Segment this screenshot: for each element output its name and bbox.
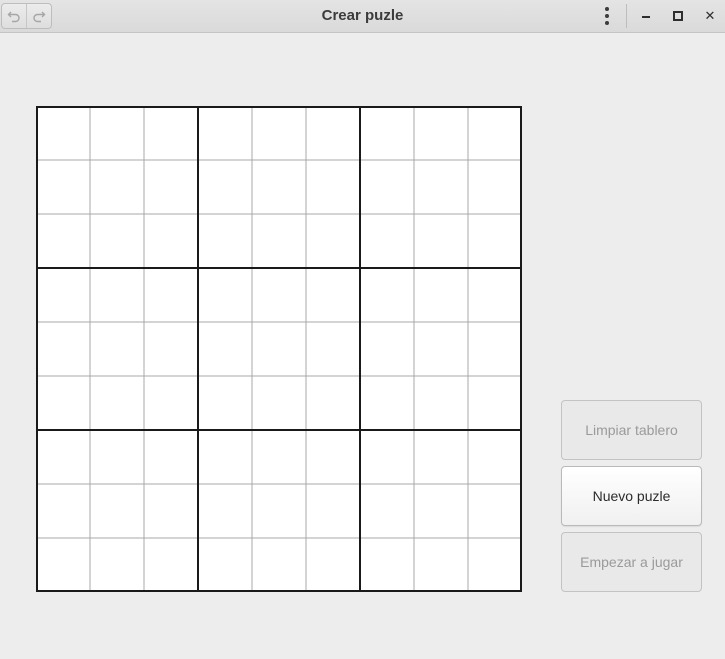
- sudoku-cell[interactable]: [144, 538, 198, 592]
- sudoku-cell[interactable]: [36, 106, 90, 160]
- sudoku-cell[interactable]: [306, 430, 360, 484]
- sudoku-cell[interactable]: [468, 268, 522, 322]
- sudoku-cell[interactable]: [414, 376, 468, 430]
- sudoku-cell[interactable]: [468, 322, 522, 376]
- sudoku-cell[interactable]: [36, 214, 90, 268]
- sudoku-cell[interactable]: [144, 160, 198, 214]
- app-window: Crear puzle ✕ Limpiar tablero Nuevo puzl…: [0, 0, 725, 659]
- sudoku-cell[interactable]: [360, 214, 414, 268]
- menu-button[interactable]: [596, 5, 618, 27]
- sudoku-cell[interactable]: [306, 538, 360, 592]
- clear-board-button[interactable]: Limpiar tablero: [561, 400, 702, 460]
- sudoku-cell[interactable]: [468, 376, 522, 430]
- sudoku-cell[interactable]: [90, 160, 144, 214]
- sudoku-cell[interactable]: [360, 160, 414, 214]
- sudoku-cell[interactable]: [252, 160, 306, 214]
- vertical-dots-menu-icon: [605, 7, 609, 11]
- sudoku-cell[interactable]: [36, 484, 90, 538]
- sudoku-cell[interactable]: [468, 538, 522, 592]
- sudoku-cell[interactable]: [252, 214, 306, 268]
- titlebar-separator: [626, 4, 627, 28]
- sudoku-cell[interactable]: [306, 214, 360, 268]
- sudoku-cell[interactable]: [36, 376, 90, 430]
- sudoku-cell[interactable]: [252, 430, 306, 484]
- minimize-icon: [642, 16, 650, 18]
- sudoku-cell[interactable]: [36, 160, 90, 214]
- sudoku-cell[interactable]: [90, 106, 144, 160]
- sudoku-cell[interactable]: [252, 322, 306, 376]
- sudoku-grid: [36, 106, 522, 592]
- title-bar: Crear puzle ✕: [0, 0, 725, 33]
- sudoku-cell[interactable]: [360, 538, 414, 592]
- sudoku-cell[interactable]: [306, 322, 360, 376]
- new-puzzle-button[interactable]: Nuevo puzle: [561, 466, 702, 526]
- sudoku-cell[interactable]: [414, 484, 468, 538]
- sudoku-cell[interactable]: [198, 106, 252, 160]
- sudoku-cell[interactable]: [198, 376, 252, 430]
- sudoku-cell[interactable]: [414, 160, 468, 214]
- sudoku-cell[interactable]: [36, 322, 90, 376]
- sudoku-cell[interactable]: [198, 430, 252, 484]
- sudoku-cell[interactable]: [468, 160, 522, 214]
- sudoku-cell[interactable]: [252, 268, 306, 322]
- close-icon: ✕: [704, 8, 716, 23]
- sudoku-cell[interactable]: [468, 430, 522, 484]
- close-button[interactable]: ✕: [699, 5, 721, 27]
- sudoku-board: [36, 106, 522, 592]
- sudoku-cell[interactable]: [144, 376, 198, 430]
- maximize-icon: [673, 11, 683, 21]
- maximize-button[interactable]: [667, 5, 689, 27]
- sudoku-cell[interactable]: [36, 268, 90, 322]
- sudoku-cell[interactable]: [198, 160, 252, 214]
- sudoku-cell[interactable]: [198, 538, 252, 592]
- sudoku-cell[interactable]: [414, 214, 468, 268]
- sudoku-cell[interactable]: [90, 322, 144, 376]
- sudoku-cell[interactable]: [414, 538, 468, 592]
- sudoku-cell[interactable]: [360, 430, 414, 484]
- sudoku-cell[interactable]: [468, 484, 522, 538]
- sudoku-cell[interactable]: [90, 430, 144, 484]
- sudoku-cell[interactable]: [414, 268, 468, 322]
- sudoku-cell[interactable]: [198, 484, 252, 538]
- sudoku-cell[interactable]: [144, 106, 198, 160]
- sudoku-cell[interactable]: [144, 214, 198, 268]
- sudoku-cell[interactable]: [414, 322, 468, 376]
- sudoku-cell[interactable]: [306, 484, 360, 538]
- sudoku-cell[interactable]: [198, 322, 252, 376]
- sudoku-cell[interactable]: [468, 106, 522, 160]
- sudoku-cell[interactable]: [36, 430, 90, 484]
- sudoku-cell[interactable]: [90, 268, 144, 322]
- sudoku-cell[interactable]: [144, 268, 198, 322]
- sudoku-cell[interactable]: [414, 106, 468, 160]
- sudoku-cell[interactable]: [90, 214, 144, 268]
- sudoku-cell[interactable]: [468, 214, 522, 268]
- sudoku-cell[interactable]: [252, 484, 306, 538]
- sudoku-cell[interactable]: [90, 376, 144, 430]
- sudoku-cell[interactable]: [360, 268, 414, 322]
- sudoku-cell[interactable]: [90, 538, 144, 592]
- minimize-button[interactable]: [635, 5, 657, 27]
- sudoku-cell[interactable]: [306, 160, 360, 214]
- sudoku-cell[interactable]: [252, 376, 306, 430]
- sudoku-cell[interactable]: [306, 376, 360, 430]
- sudoku-cell[interactable]: [36, 538, 90, 592]
- sudoku-cell[interactable]: [198, 268, 252, 322]
- sudoku-cell[interactable]: [306, 268, 360, 322]
- start-playing-button[interactable]: Empezar a jugar: [561, 532, 702, 592]
- sudoku-cell[interactable]: [306, 106, 360, 160]
- sudoku-cell[interactable]: [252, 106, 306, 160]
- sudoku-cell[interactable]: [90, 484, 144, 538]
- sudoku-cell[interactable]: [360, 484, 414, 538]
- sudoku-cell[interactable]: [414, 430, 468, 484]
- sudoku-cell[interactable]: [144, 430, 198, 484]
- sudoku-cell[interactable]: [144, 484, 198, 538]
- sudoku-cell[interactable]: [360, 322, 414, 376]
- sudoku-cell[interactable]: [252, 538, 306, 592]
- sudoku-cell[interactable]: [360, 106, 414, 160]
- sudoku-cell[interactable]: [144, 322, 198, 376]
- sudoku-cell[interactable]: [360, 376, 414, 430]
- sudoku-cell[interactable]: [198, 214, 252, 268]
